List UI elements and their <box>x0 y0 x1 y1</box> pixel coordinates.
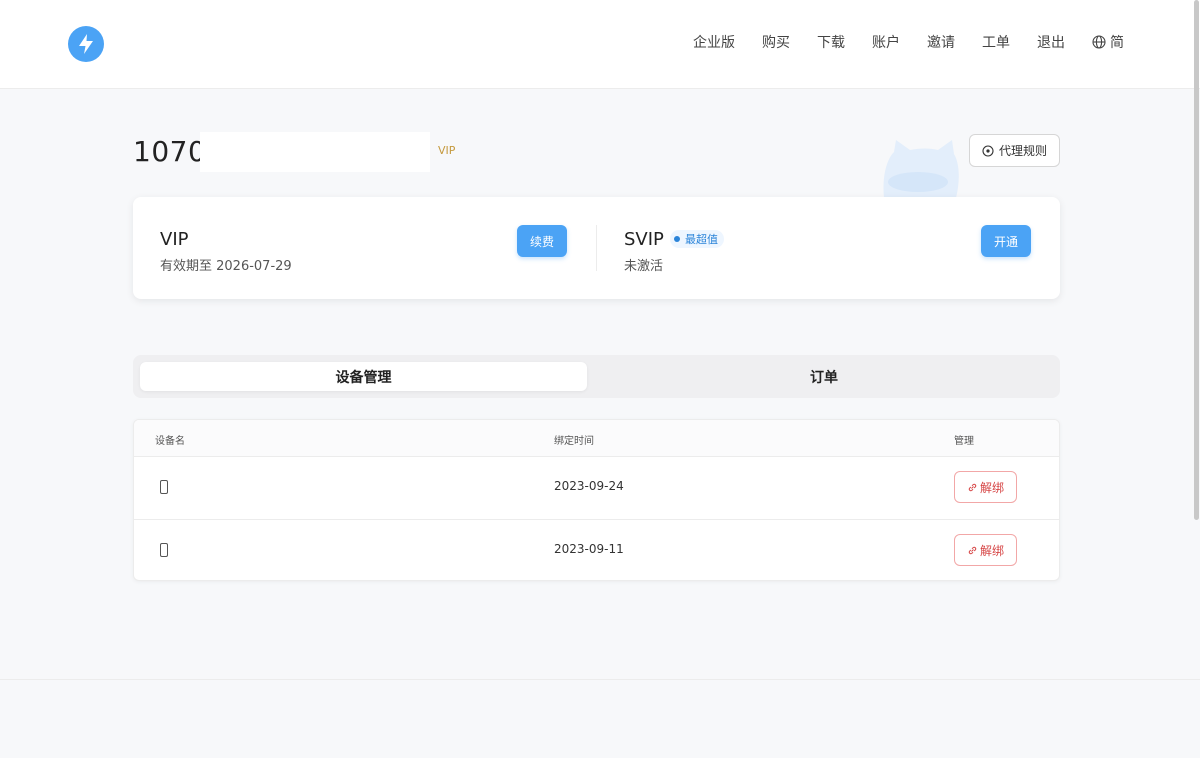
proxy-rules-label: 代理规则 <box>998 144 1047 158</box>
main-nav: 企业版 购买 下载 账户 邀请 工单 退出 简 <box>693 32 1124 52</box>
membership-card: VIP 有效期至 2026-07-29 续费 SVIP 最超值 未激活 开通 <box>133 197 1060 299</box>
table-row: 2023-09-24 解绑 <box>134 457 1059 519</box>
device-name <box>174 520 334 580</box>
cat-mascot-icon <box>883 140 959 198</box>
renew-button[interactable]: 续费 <box>517 225 568 257</box>
tab-orders[interactable]: 订单 <box>595 362 1053 391</box>
lightning-logo-icon[interactable] <box>68 26 104 62</box>
bound-date: 2023-09-11 <box>554 542 624 556</box>
best-value-label: 最超值 <box>685 233 718 246</box>
column-manage: 管理 <box>954 436 974 447</box>
account-id: 1070 <box>133 135 207 168</box>
bound-date: 2023-09-24 <box>554 479 624 493</box>
phone-icon <box>160 543 168 557</box>
nav-ticket[interactable]: 工单 <box>982 32 1010 52</box>
account-tabs: 设备管理 订单 <box>133 355 1060 398</box>
svip-status-text: 未激活 <box>624 259 664 274</box>
nav-download[interactable]: 下载 <box>817 32 845 52</box>
globe-icon <box>1092 35 1106 49</box>
vip-expiry-text: 有效期至 2026-07-29 <box>160 259 292 274</box>
unbind-label: 解绑 <box>979 480 1004 495</box>
vip-tag: VIP <box>438 144 456 157</box>
column-bound-time: 绑定时间 <box>554 436 594 447</box>
proxy-rules-button[interactable]: 代理规则 <box>968 134 1060 167</box>
language-label: 简 <box>1110 35 1124 51</box>
unbind-button[interactable]: 解绑 <box>954 471 1017 503</box>
link-icon <box>968 483 977 491</box>
top-header: 企业版 购买 下载 账户 邀请 工单 退出 简 <box>0 0 1200 89</box>
best-value-badge: 最超值 <box>670 230 724 248</box>
link-icon <box>968 546 977 554</box>
svip-plan-name: SVIP <box>624 229 664 250</box>
unbind-button[interactable]: 解绑 <box>954 534 1017 566</box>
column-device-name: 设备名 <box>155 436 185 447</box>
nav-logout[interactable]: 退出 <box>1037 32 1065 52</box>
vip-plan-name: VIP <box>160 229 189 250</box>
language-switch[interactable]: 简 <box>1092 32 1124 52</box>
nav-enterprise[interactable]: 企业版 <box>693 32 735 52</box>
phone-icon <box>160 480 168 494</box>
device-name <box>174 457 334 519</box>
tab-device-management[interactable]: 设备管理 <box>140 362 587 391</box>
plan-divider <box>596 225 597 271</box>
nav-invite[interactable]: 邀请 <box>927 32 955 52</box>
badge-dot-icon <box>674 236 680 242</box>
activate-svip-button[interactable]: 开通 <box>981 225 1032 257</box>
nav-account[interactable]: 账户 <box>872 32 900 52</box>
table-row: 2023-09-11 解绑 <box>134 519 1059 580</box>
nav-buy[interactable]: 购买 <box>762 32 790 52</box>
footer <box>0 680 1200 758</box>
page-scrollbar[interactable] <box>1194 0 1199 520</box>
table-header: 设备名 绑定时间 管理 <box>134 420 1059 457</box>
add-circle-icon <box>982 144 994 157</box>
unbind-label: 解绑 <box>979 543 1004 558</box>
device-table: 设备名 绑定时间 管理 2023-09-24 解绑 2023-09-11 解绑 <box>133 419 1060 581</box>
redacted-area <box>200 132 430 172</box>
